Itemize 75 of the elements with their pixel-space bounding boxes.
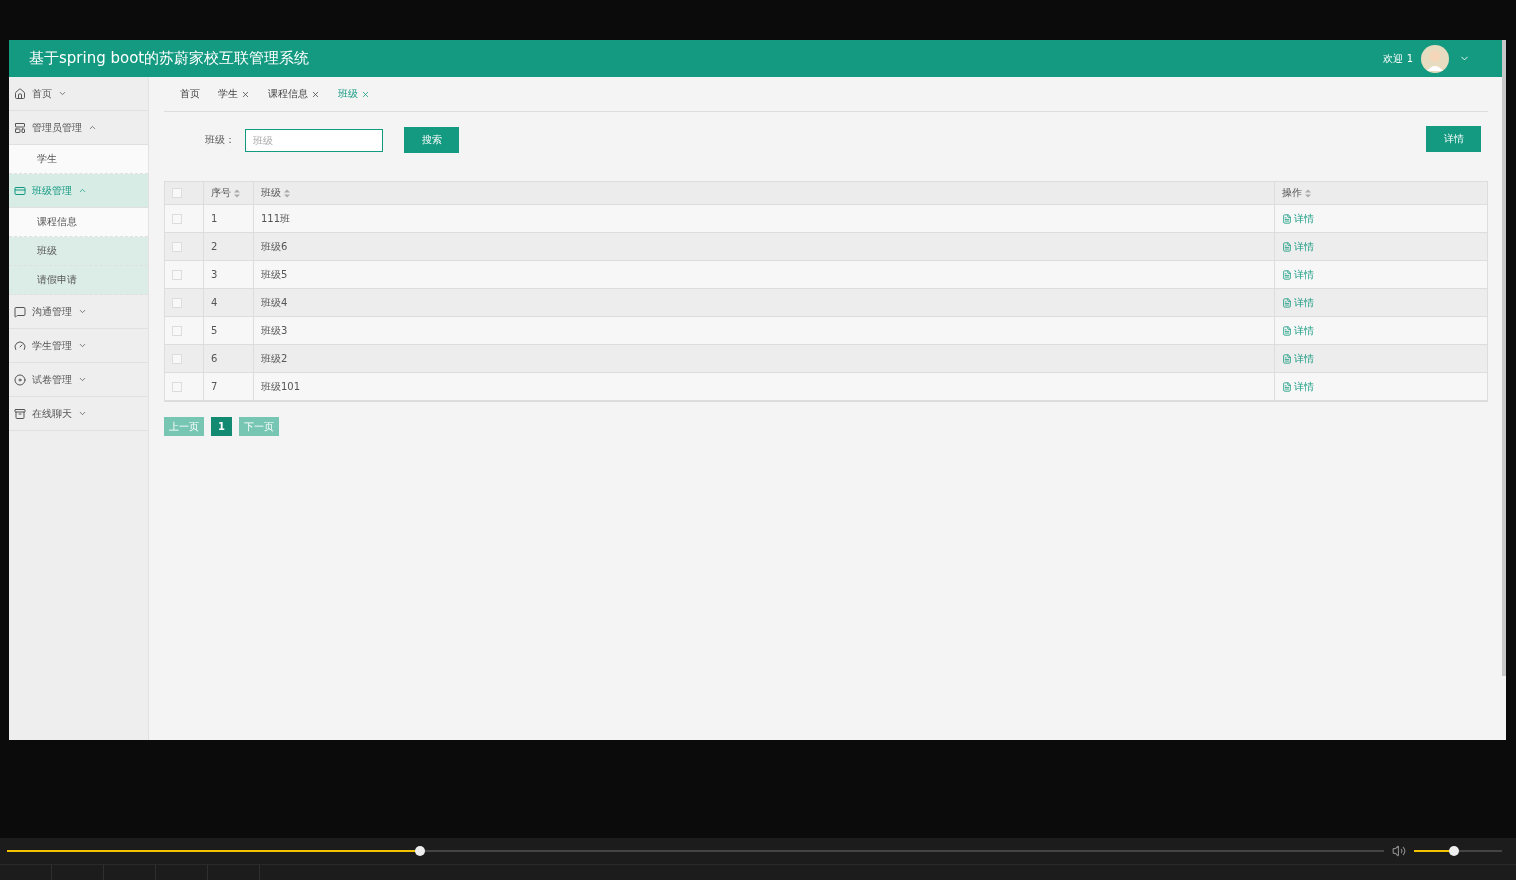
- avatar-icon[interactable]: [1421, 44, 1449, 73]
- tab[interactable]: 课程信息: [264, 87, 324, 101]
- volume-icon[interactable]: [1392, 844, 1406, 858]
- detail-button[interactable]: 详情: [1426, 125, 1481, 152]
- home-icon: [14, 87, 26, 100]
- search-field[interactable]: 班级: [245, 128, 383, 152]
- checkbox[interactable]: [172, 241, 182, 252]
- checkbox[interactable]: [172, 325, 182, 336]
- gauge-icon: [14, 339, 26, 352]
- table-cell: 7: [204, 373, 254, 400]
- table-cell: 111班: [254, 205, 1275, 232]
- tab[interactable]: 学生: [214, 87, 254, 101]
- archive-icon: [14, 407, 26, 420]
- table-cell: 班级6: [254, 233, 1275, 260]
- table-cell: 5: [204, 317, 254, 344]
- card-icon: [14, 184, 26, 197]
- checkbox[interactable]: [172, 269, 182, 280]
- welcome-text: 欢迎 1: [1383, 51, 1413, 66]
- chevron-down-icon: [78, 307, 87, 316]
- checkbox[interactable]: [172, 381, 182, 392]
- sidebar-subitem[interactable]: 请假申请: [9, 266, 148, 295]
- chevron-up-icon: [88, 123, 97, 132]
- page-button[interactable]: 1: [211, 417, 232, 436]
- chevron-down-icon: [78, 341, 87, 350]
- sidebar-subitem[interactable]: 学生: [9, 145, 148, 174]
- document-icon[interactable]: [1282, 213, 1292, 224]
- disc-icon: [14, 373, 26, 386]
- chevron-up-icon: [78, 186, 87, 195]
- detail-link[interactable]: 详情: [1282, 211, 1314, 226]
- sort-icon[interactable]: [1305, 188, 1311, 198]
- detail-link[interactable]: 详情: [1282, 323, 1314, 338]
- column-header[interactable]: 班级: [261, 186, 281, 200]
- chat-icon: [14, 305, 26, 318]
- volume-handle[interactable]: [1448, 846, 1459, 856]
- chevron-down-icon: [78, 375, 87, 384]
- progress-handle[interactable]: [415, 846, 426, 856]
- close-icon[interactable]: [241, 89, 250, 99]
- table-cell: 班级101: [254, 373, 1275, 400]
- document-icon[interactable]: [1282, 269, 1292, 280]
- document-icon[interactable]: [1282, 241, 1292, 252]
- table-cell: 班级2: [254, 345, 1275, 372]
- document-icon[interactable]: [1282, 325, 1292, 336]
- checkbox[interactable]: [172, 188, 182, 198]
- chevron-down-icon: [58, 89, 67, 98]
- table-cell: 班级3: [254, 317, 1275, 344]
- table-cell: 4: [204, 289, 254, 316]
- app-title: 基于spring boot的苏蔚家校互联管理系统: [29, 49, 311, 68]
- close-icon[interactable]: [361, 89, 370, 99]
- sort-icon[interactable]: [234, 188, 240, 198]
- close-icon[interactable]: [311, 89, 320, 99]
- table-cell: 6: [204, 345, 254, 372]
- checkbox[interactable]: [172, 353, 182, 364]
- checkbox[interactable]: [172, 297, 182, 308]
- table-cell: 班级5: [254, 261, 1275, 288]
- table-cell: 3: [204, 261, 254, 288]
- table-cell: 班级4: [254, 289, 1275, 316]
- column-header[interactable]: 序号: [211, 186, 231, 200]
- document-icon[interactable]: [1282, 353, 1292, 364]
- detail-link[interactable]: 详情: [1282, 379, 1314, 394]
- sidebar-subitem[interactable]: 班级: [9, 237, 148, 266]
- document-icon[interactable]: [1282, 381, 1292, 392]
- layout-icon: [14, 121, 26, 134]
- chevron-down-icon: [78, 409, 87, 418]
- table-cell: 2: [204, 233, 254, 260]
- search-label: 班级：: [205, 133, 235, 147]
- column-header[interactable]: 操作: [1282, 186, 1302, 200]
- search-button[interactable]: 搜索: [404, 127, 459, 153]
- scrollbar[interactable]: [1502, 40, 1506, 676]
- sort-icon[interactable]: [284, 188, 290, 198]
- tab[interactable]: 首页: [176, 87, 204, 101]
- checkbox[interactable]: [172, 213, 182, 224]
- detail-link[interactable]: 详情: [1282, 267, 1314, 282]
- document-icon[interactable]: [1282, 297, 1292, 308]
- table-cell: 1: [204, 205, 254, 232]
- sidebar-subitem[interactable]: 课程信息: [9, 208, 148, 237]
